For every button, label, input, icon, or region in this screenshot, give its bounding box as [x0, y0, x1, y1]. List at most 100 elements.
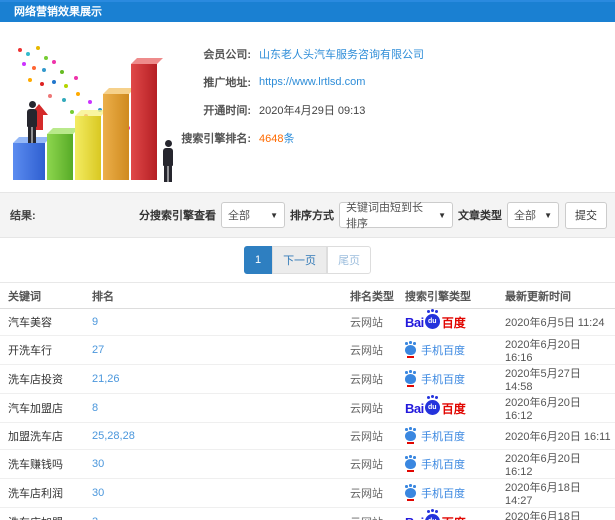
mobile-baidu-label: 手机百度 [421, 374, 465, 386]
submit-button[interactable]: 提交 [565, 201, 607, 229]
field-url-value[interactable]: https://www.lrtlsd.com [259, 76, 365, 88]
mobile-baidu-paw-icon [405, 342, 416, 358]
illustration-bar-yellow [75, 116, 101, 180]
sort-filter-label: 排序方式 [290, 210, 334, 222]
keyword-cell: 洗车店利润 [8, 488, 63, 500]
sort-select[interactable]: 关键词由短到长排序 ▼ [339, 202, 453, 230]
rank-type-cell: 云网站 [350, 403, 383, 415]
rank-link[interactable]: 3 [92, 516, 98, 520]
baidu-logo-text: Bai [405, 315, 424, 330]
rank-type-cell: 云网站 [350, 431, 383, 443]
keyword-cell: 汽车美容 [8, 317, 52, 329]
businessman-right [162, 140, 174, 182]
field-open-time: 开通时间: 2020年4月29日 09:13 [175, 96, 615, 124]
baidu-paw-icon: du [424, 310, 440, 329]
field-rank-count-label: 搜索引擎排名: [181, 133, 251, 145]
rank-type-cell: 云网站 [350, 345, 383, 357]
table-row: 汽车美容 9 云网站 Bai du 百度 手机百度 2020年6月5日 11:2… [0, 308, 615, 336]
sort-select-value: 关键词由短到长排序 [346, 202, 423, 230]
baidu-logo-text: Bai [405, 401, 424, 416]
chevron-down-icon: ▼ [438, 210, 446, 220]
rank-link[interactable]: 30 [92, 458, 104, 470]
illustration-bar-blue [13, 143, 45, 180]
engine-select-value: 全部 [228, 210, 250, 222]
filter-bar: 结果: 分搜索引擎查看 全部 ▼ 排序方式 关键词由短到长排序 ▼ 文章类型 全… [0, 192, 615, 238]
updated-cell: 2020年6月5日 11:24 [505, 317, 605, 329]
article-type-select-value: 全部 [514, 210, 536, 222]
mobile-baidu-label: 手机百度 [421, 459, 465, 471]
table-row: 加盟洗车店 25,28,28 云网站 Bai du 百度 手机百度 2020年6… [0, 422, 615, 450]
rank-type-cell: 云网站 [350, 374, 383, 386]
field-url-label: 推广地址: [203, 77, 251, 89]
mobile-baidu-logo: 手机百度 [405, 456, 465, 472]
pagination-wrap: 1 下一页 尾页 [0, 238, 615, 282]
rank-link[interactable]: 27 [92, 344, 104, 356]
rank-link[interactable]: 9 [92, 316, 98, 328]
result-section-label: 结果: [10, 210, 36, 222]
illustration-bar-red [131, 64, 157, 180]
filter-controls: 分搜索引擎查看 全部 ▼ 排序方式 关键词由短到长排序 ▼ 文章类型 全部 ▼ … [134, 201, 607, 230]
mobile-baidu-label: 手机百度 [421, 345, 465, 357]
keyword-cell: 汽车加盟店 [8, 403, 63, 415]
baidu-logo-cn: 百度 [441, 316, 466, 330]
field-company: 会员公司: 山东老人头汽车服务咨询有限公司 [175, 40, 615, 68]
rank-type-cell: 云网站 [350, 488, 383, 500]
baidu-logo: Bai du 百度 [405, 510, 466, 520]
col-updated: 最新更新时间 [501, 282, 615, 309]
chevron-down-icon: ▼ [544, 210, 552, 220]
table-row: 洗车赚钱吗 30 云网站 Bai du 百度 手机百度 2020年6月20日 1… [0, 449, 615, 479]
rank-type-cell: 云网站 [350, 317, 383, 329]
info-section: 会员公司: 山东老人头汽车服务咨询有限公司 推广地址: https://www.… [0, 22, 615, 192]
field-rank-count: 搜索引擎排名: 4648条 [175, 124, 615, 152]
illustration-bar-green [47, 134, 73, 180]
last-page-button[interactable]: 尾页 [327, 246, 372, 274]
article-type-select[interactable]: 全部 ▼ [507, 202, 559, 228]
field-url: 推广地址: https://www.lrtlsd.com [175, 68, 615, 96]
page-title: 网络营销效果展示 [0, 0, 615, 22]
mobile-baidu-paw-icon [405, 428, 416, 444]
table-row: 开洗车行 27 云网站 Bai du 百度 手机百度 2020年6月20日 16… [0, 335, 615, 365]
illustration-bar-orange [103, 94, 129, 180]
keyword-cell: 洗车店投资 [8, 374, 63, 386]
col-rank-type: 排名类型 [346, 282, 401, 309]
engine-select[interactable]: 全部 ▼ [221, 202, 285, 228]
article-type-label: 文章类型 [458, 210, 502, 222]
engine-filter-label: 分搜索引擎查看 [139, 210, 216, 222]
field-open-time-value: 2020年4月29日 09:13 [259, 105, 366, 117]
rank-link[interactable]: 8 [92, 402, 98, 414]
mobile-baidu-label: 手机百度 [421, 431, 465, 443]
keyword-cell: 加盟洗车店 [8, 431, 63, 443]
field-open-time-label: 开通时间: [203, 105, 251, 117]
rank-link[interactable]: 25,28,28 [92, 430, 135, 442]
info-fields: 会员公司: 山东老人头汽车服务咨询有限公司 推广地址: https://www.… [175, 40, 615, 152]
mobile-baidu-logo: 手机百度 [405, 428, 465, 444]
col-keyword: 关键词 [0, 282, 88, 309]
updated-cell: 2020年6月18日 14:27 [505, 482, 581, 507]
confetti-decoration [18, 48, 22, 52]
baidu-logo-text: Bai [405, 516, 424, 520]
updated-cell: 2020年6月20日 16:12 [505, 397, 581, 422]
table-row: 洗车店利润 30 云网站 Bai du 百度 手机百度 2020年6月18日 1… [0, 478, 615, 508]
updated-cell: 2020年6月20日 16:16 [505, 339, 581, 364]
updated-cell: 2020年6月18日 14:30 [505, 511, 581, 520]
field-company-value[interactable]: 山东老人头汽车服务咨询有限公司 [259, 46, 424, 62]
updated-cell: 2020年6月20日 16:12 [505, 453, 581, 478]
bar-chart-illustration [0, 30, 185, 190]
pagination: 1 下一页 尾页 [243, 246, 372, 274]
field-company-label: 会员公司: [203, 49, 251, 61]
rank-type-cell: 云网站 [350, 459, 383, 471]
chevron-down-icon: ▼ [270, 210, 278, 220]
keyword-cell: 洗车赚钱吗 [8, 459, 63, 471]
next-page-button[interactable]: 下一页 [272, 246, 328, 274]
baidu-logo: Bai du 百度 [405, 396, 466, 416]
mobile-baidu-paw-icon [405, 371, 416, 387]
rank-link[interactable]: 30 [92, 487, 104, 499]
mobile-baidu-logo: 手机百度 [405, 485, 465, 501]
baidu-logo: Bai du 百度 [405, 310, 466, 330]
mobile-baidu-logo: 手机百度 [405, 342, 465, 358]
table-header-row: 关键词 排名 排名类型 搜索引擎类型 最新更新时间 [0, 282, 615, 309]
keyword-cell: 开洗车行 [8, 345, 52, 357]
rank-link[interactable]: 21,26 [92, 373, 120, 385]
page-1-button[interactable]: 1 [243, 246, 273, 274]
mobile-baidu-label: 手机百度 [421, 488, 465, 500]
